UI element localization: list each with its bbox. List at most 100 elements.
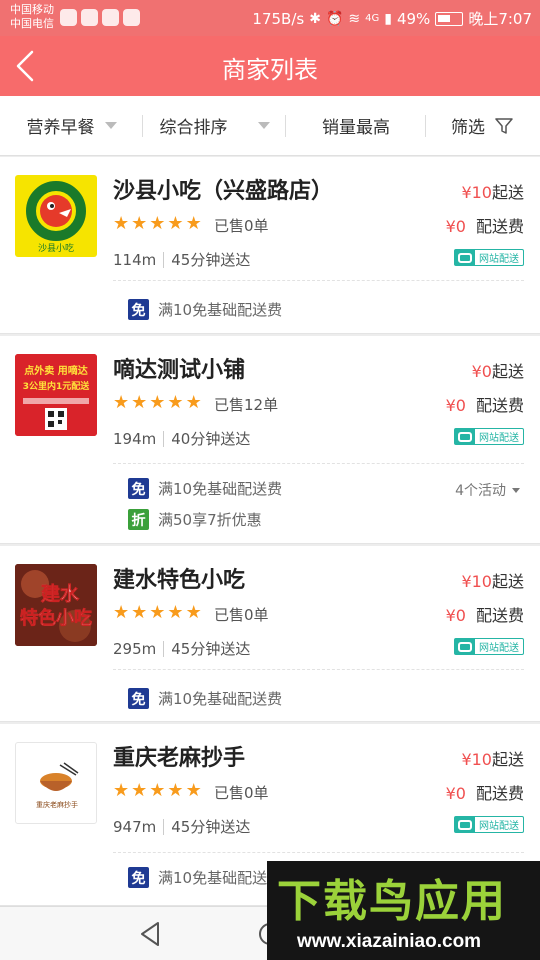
rating-stars: ★ ★ ★ ★ ★ xyxy=(113,394,202,412)
shop-name: 重庆老麻抄手 xyxy=(113,746,246,771)
shop-logo: 建水 特色小吃 xyxy=(15,564,97,646)
star-icon: ★ xyxy=(185,392,202,413)
shop-item[interactable]: 建水 特色小吃 建水特色小吃 ¥10起送 ★ ★ ★ ★ ★ 已售0单 ¥0 配送费 29… xyxy=(0,546,540,722)
svg-text:重庆老麻抄手: 重庆老麻抄手 xyxy=(36,800,78,809)
delivery-fee: ¥0 配送费 xyxy=(445,606,524,625)
shop-logo: 点外卖 用嘀达 3公里内1元配送 xyxy=(15,354,97,436)
page-title: 商家列表 xyxy=(222,56,318,84)
free-badge: 免 xyxy=(128,299,149,320)
filter-sales[interactable]: 销量最高 xyxy=(286,96,426,156)
star-icon: ★ xyxy=(185,213,202,234)
shop-name: 建水特色小吃 xyxy=(113,568,246,593)
carrier-2: 中国电信 xyxy=(10,17,54,30)
map-icon xyxy=(123,9,140,26)
svg-text:特色小吃: 特色小吃 xyxy=(20,607,92,629)
rating-stars: ★ ★ ★ ★ ★ xyxy=(113,215,202,233)
alarm-icon: ⏰ xyxy=(325,10,344,27)
filter-screen[interactable]: 筛选 xyxy=(426,96,540,156)
scooter-icon xyxy=(455,429,475,444)
clock: 晚上7:07 xyxy=(468,10,532,28)
sold-count: 已售0单 xyxy=(214,217,269,235)
notification-icons xyxy=(60,9,140,26)
caret-down-icon xyxy=(104,122,117,129)
sold-count: 已售0单 xyxy=(214,784,269,802)
scooter-icon xyxy=(455,639,475,654)
distance-time: 295m 45分钟送达 xyxy=(113,639,251,659)
battery-percent: 49% xyxy=(396,9,431,28)
free-badge: 免 xyxy=(128,867,149,888)
star-icon: ★ xyxy=(113,780,130,801)
filter-category-label: 营养早餐 xyxy=(26,118,95,138)
filter-sales-label: 销量最高 xyxy=(322,118,390,138)
svg-text:3公里内1元配送: 3公里内1元配送 xyxy=(23,380,91,392)
sold-count: 已售0单 xyxy=(214,606,269,624)
star-icon: ★ xyxy=(149,213,166,234)
message-icon xyxy=(60,9,77,26)
nav-back-icon[interactable] xyxy=(136,919,166,949)
filter-screen-label: 筛选 xyxy=(451,118,485,138)
bluetooth-icon: ✱ xyxy=(309,10,321,27)
status-right: 175B/s ✱ ⏰ ≋ 4G ▮ 49% 晚上7:07 xyxy=(252,8,532,29)
wifi-icon: ≋ xyxy=(348,10,361,27)
svg-text:点外卖 用嘀达: 点外卖 用嘀达 xyxy=(24,364,87,377)
divider xyxy=(113,669,524,670)
promo-free-delivery: 免满10免基础配送费 xyxy=(128,688,282,709)
delivery-tag: 网站配送 xyxy=(454,816,524,833)
star-icon: ★ xyxy=(131,213,148,234)
carrier-info: 中国移动 中国电信 xyxy=(10,3,54,31)
shop-logo: 重庆老麻抄手 xyxy=(15,742,97,824)
promo-discount: 折满50享7折优惠 xyxy=(128,509,262,530)
divider xyxy=(113,463,524,464)
tiktok-icon xyxy=(81,9,98,26)
star-icon: ★ xyxy=(113,213,130,234)
signal-label: 4G xyxy=(365,13,380,24)
delivery-tag: 网站配送 xyxy=(454,428,524,445)
filter-category[interactable]: 营养早餐 xyxy=(0,96,143,156)
shop-logo: 沙县小吃 xyxy=(15,175,97,257)
free-badge: 免 xyxy=(128,478,149,499)
min-order: ¥10起送 xyxy=(461,183,524,202)
sold-count: 已售12单 xyxy=(214,396,279,414)
shop-item[interactable]: 点外卖 用嘀达 3公里内1元配送 嘀达测试小铺 ¥0起送 ★ ★ ★ ★ ★ 已售12单… xyxy=(0,336,540,544)
star-icon: ★ xyxy=(149,392,166,413)
star-icon: ★ xyxy=(167,780,184,801)
star-icon: ★ xyxy=(131,780,148,801)
star-icon: ★ xyxy=(113,602,130,623)
delivery-fee: ¥0 配送费 xyxy=(445,217,524,236)
shop-name: 嘀达测试小铺 xyxy=(113,358,246,383)
net-speed: 175B/s xyxy=(252,9,305,28)
status-bar: 中国移动 中国电信 175B/s ✱ ⏰ ≋ 4G ▮ 49% 晚上7:07 xyxy=(0,0,540,36)
carrier-1: 中国移动 xyxy=(10,3,54,16)
filter-sort-label: 综合排序 xyxy=(159,118,228,138)
min-order: ¥10起送 xyxy=(461,750,524,769)
star-icon: ★ xyxy=(113,392,130,413)
delivery-tag: 网站配送 xyxy=(454,249,524,266)
min-order: ¥10起送 xyxy=(461,572,524,591)
shop-name: 沙县小吃（兴盛路店） xyxy=(113,179,334,204)
filter-bar: 营养早餐 综合排序 销量最高 筛选 xyxy=(0,96,540,156)
scooter-icon xyxy=(455,250,475,265)
distance-time: 114m 45分钟送达 xyxy=(113,250,251,270)
caret-down-icon xyxy=(257,122,270,129)
promo-free-delivery: 免满10免基础配送费 xyxy=(128,299,282,320)
watermark-logo: 下载鸟应用 www.xiazainiao.com xyxy=(267,861,540,960)
divider xyxy=(113,852,524,853)
svg-text:沙县小吃: 沙县小吃 xyxy=(38,242,74,254)
filter-sort[interactable]: 综合排序 xyxy=(143,96,286,156)
star-icon: ★ xyxy=(185,602,202,623)
star-icon: ★ xyxy=(131,602,148,623)
star-icon: ★ xyxy=(149,780,166,801)
promo-free-delivery: 免满10免基础配送费 xyxy=(128,478,282,499)
activities-toggle[interactable]: 4个活动 xyxy=(455,480,520,500)
promo-free-delivery: 免满10免基础配送费 xyxy=(128,867,282,888)
free-badge: 免 xyxy=(128,688,149,709)
shop-item[interactable]: 沙县小吃 沙县小吃（兴盛路店） ¥10起送 ★ ★ ★ ★ ★ 已售0单 ¥0 配送费 1… xyxy=(0,157,540,334)
caret-down-icon xyxy=(512,487,520,493)
delivery-fee: ¥0 配送费 xyxy=(445,396,524,415)
svg-text:建水: 建水 xyxy=(41,582,80,605)
min-order: ¥0起送 xyxy=(471,362,524,381)
distance-time: 194m 40分钟送达 xyxy=(113,429,251,449)
divider xyxy=(113,280,524,281)
star-icon: ★ xyxy=(167,602,184,623)
funnel-icon xyxy=(495,117,513,134)
